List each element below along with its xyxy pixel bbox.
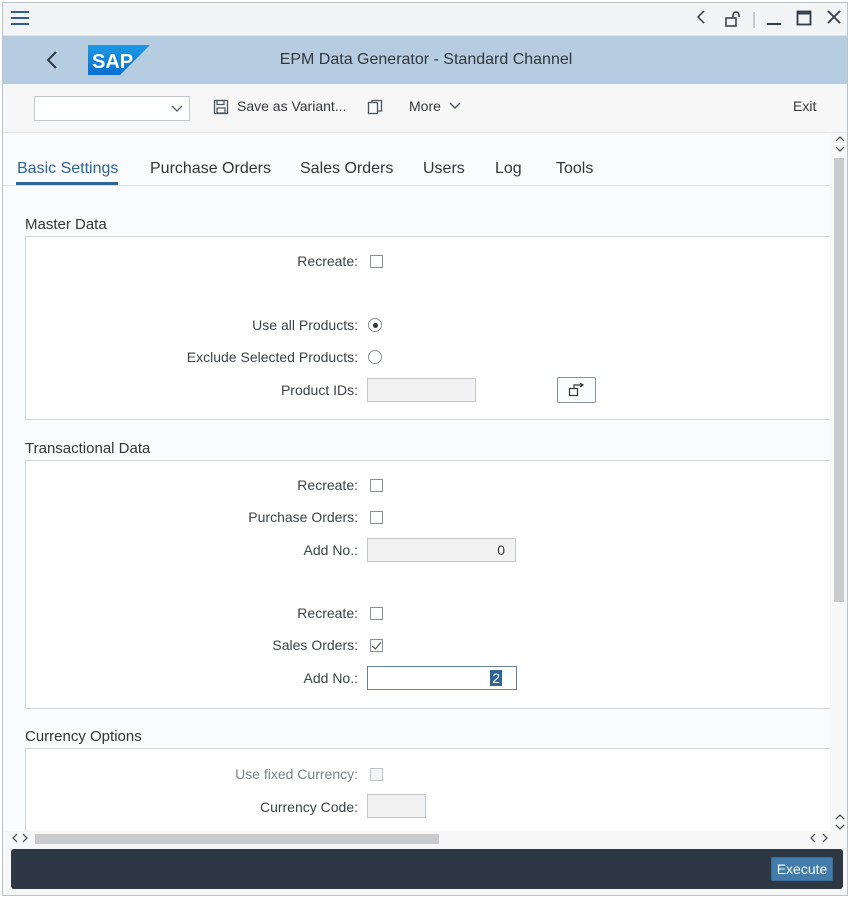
multiple-selection-button[interactable] [557, 377, 596, 403]
product-ids-label: Product IDs: [280, 382, 358, 398]
master-data-title: Master Data [25, 216, 107, 233]
so-add-no-value: 2 [490, 670, 502, 686]
external-link-icon [568, 383, 585, 397]
more-button[interactable]: More [409, 98, 461, 114]
unlock-icon[interactable] [723, 10, 743, 30]
scroll-left-icon[interactable] [11, 833, 19, 846]
scroll-left-icon[interactable] [809, 833, 817, 846]
footer-bar: Execute [11, 849, 843, 889]
currency-code-field[interactable] [367, 794, 426, 818]
tab-basic-settings[interactable]: Basic Settings [17, 160, 118, 178]
title-divider [753, 12, 755, 28]
fixed-currency-label: Use fixed Currency: [235, 766, 358, 782]
so-recreate-checkbox[interactable] [370, 607, 383, 620]
transactional-data-title: Transactional Data [25, 440, 151, 457]
po-add-no-field[interactable]: 0 [367, 538, 516, 562]
chevron-left-icon[interactable] [693, 10, 709, 30]
maximize-icon[interactable] [795, 10, 813, 30]
tab-tools[interactable]: Tools [556, 160, 593, 178]
main-content: Basic Settings Purchase Orders Sales Ord… [3, 134, 830, 840]
purchase-orders-label: Purchase Orders: [248, 509, 358, 525]
chevron-down-icon [449, 102, 461, 109]
md-recreate-checkbox[interactable] [370, 255, 383, 268]
currency-options-group: Use fixed Currency: Currency Code: [25, 748, 830, 840]
master-data-group: Recreate: Use all Products: Exclude Sele… [25, 236, 830, 420]
chevron-down-icon [171, 101, 183, 113]
page-title: EPM Data Generator - Standard Channel [279, 51, 573, 68]
toolbar: Save as Variant... More Exit [3, 84, 847, 133]
so-add-no-field[interactable]: 2 [367, 666, 517, 690]
exit-button[interactable]: Exit [793, 98, 816, 114]
sales-orders-label: Sales Orders: [272, 637, 358, 653]
window-title-bar [3, 3, 847, 36]
variant-dropdown[interactable] [34, 96, 190, 121]
save-icon[interactable] [213, 99, 229, 115]
so-recreate-label: Recreate: [297, 605, 358, 621]
tab-purchase-orders[interactable]: Purchase Orders [150, 160, 271, 178]
use-all-products-radio[interactable] [368, 318, 382, 332]
execute-button[interactable]: Execute [771, 857, 833, 881]
hamburger-menu-icon[interactable] [11, 11, 29, 27]
tab-sales-orders[interactable]: Sales Orders [300, 160, 393, 178]
scroll-down-icon[interactable] [835, 144, 845, 156]
use-all-products-label: Use all Products: [252, 317, 358, 333]
po-recreate-checkbox[interactable] [370, 479, 383, 492]
tab-bar: Basic Settings Purchase Orders Sales Ord… [3, 134, 830, 186]
minimize-icon[interactable] [765, 10, 783, 30]
more-label: More [409, 98, 441, 114]
sales-orders-checkbox[interactable] [370, 639, 383, 652]
scroll-right-icon[interactable] [821, 833, 829, 846]
vertical-scroll-thumb[interactable] [834, 158, 844, 602]
fixed-currency-checkbox[interactable] [370, 768, 383, 781]
currency-code-label: Currency Code: [259, 799, 358, 815]
save-as-variant-button[interactable]: Save as Variant... [237, 98, 346, 114]
horizontal-scroll-thumb[interactable] [35, 834, 439, 844]
transactional-data-group: Recreate: Purchase Orders: Add No.: 0 Re… [25, 460, 830, 709]
copy-icon[interactable] [367, 99, 383, 115]
app-window: SAP EPM Data Generator - Standard Channe… [2, 2, 848, 896]
tab-log[interactable]: Log [495, 160, 522, 178]
purchase-orders-checkbox[interactable] [370, 511, 383, 524]
shell-header: SAP EPM Data Generator - Standard Channe… [3, 36, 847, 84]
horizontal-scrollbar[interactable] [3, 831, 847, 849]
tab-users[interactable]: Users [423, 160, 465, 178]
exclude-products-label: Exclude Selected Products: [186, 349, 358, 365]
product-ids-field[interactable] [367, 378, 476, 402]
po-add-no-label: Add No.: [303, 542, 358, 558]
po-recreate-label: Recreate: [297, 477, 358, 493]
close-icon[interactable] [825, 10, 843, 30]
so-add-no-label: Add No.: [303, 670, 358, 686]
scroll-right-icon[interactable] [21, 833, 29, 846]
active-tab-indicator [16, 182, 118, 185]
vertical-scrollbar[interactable] [831, 134, 847, 840]
exclude-products-radio[interactable] [368, 350, 382, 364]
md-recreate-label: Recreate: [297, 253, 358, 269]
currency-options-title: Currency Options [25, 728, 142, 745]
